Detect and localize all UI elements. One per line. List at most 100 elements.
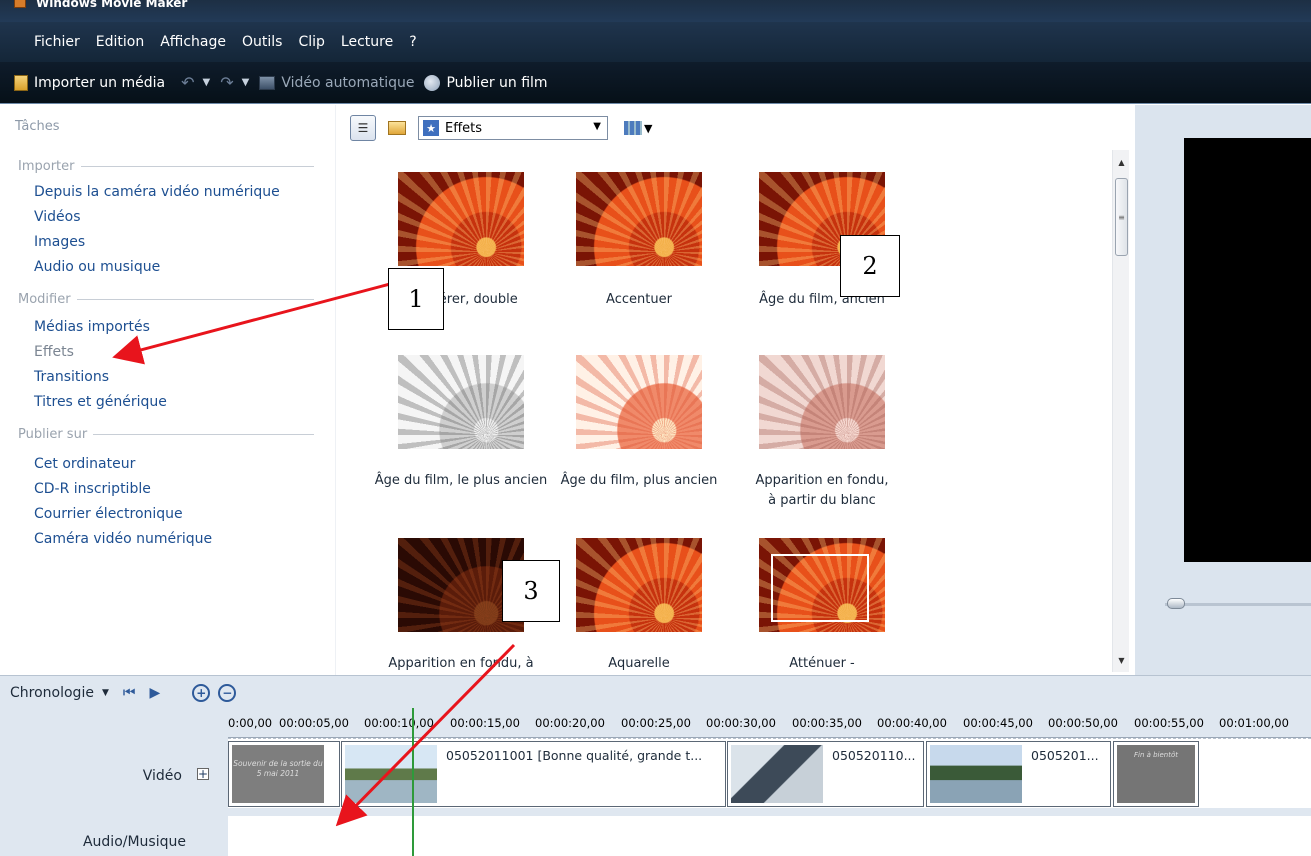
clip-caption: 050520110... [832, 748, 916, 763]
effect-thumbnail [759, 355, 885, 449]
effect-thumbnail [759, 538, 885, 632]
playhead[interactable] [412, 708, 414, 856]
task-link-imported-media[interactable]: Médias importés [34, 319, 150, 335]
clip-caption: 0505201... [1031, 748, 1099, 763]
publish-movie-button[interactable]: Publier un film [424, 74, 548, 91]
video-track[interactable]: Souvenir de la sortie du 5 mai 2011 0505… [228, 738, 1311, 808]
scroll-up-icon[interactable]: ▲ [1113, 158, 1130, 172]
divider [76, 299, 314, 300]
collection-select[interactable]: ★ Effets ▼ [418, 116, 608, 140]
timeline-clip[interactable]: 050520110... [727, 741, 924, 807]
task-link-effects[interactable]: Effets [34, 344, 74, 360]
content-scrollbar[interactable]: ▲ ≡ ▼ [1112, 150, 1129, 672]
menu-outils[interactable]: Outils [234, 34, 290, 50]
section-label: Modifier [18, 292, 71, 307]
undo-icon: ↶ [181, 73, 195, 92]
video-track-label: Vidéo [142, 768, 182, 784]
publish-label: Publier un film [446, 74, 548, 91]
time-tick: 00:00:55,00 [1134, 716, 1204, 730]
time-tick: 00:00:25,00 [621, 716, 691, 730]
star-icon: ★ [423, 120, 439, 136]
effect-thumbnail [576, 355, 702, 449]
task-link-audio[interactable]: Audio ou musique [34, 259, 160, 275]
effect-item[interactable]: Atténuer - [722, 538, 922, 674]
auto-video-label: Vidéo automatique [281, 74, 415, 91]
thumbnails-view-icon [624, 121, 642, 135]
import-media-button[interactable]: Importer un média [14, 74, 166, 91]
timeline-toolbar: Chronologie ▼ ⏮ ▶ + − [10, 684, 237, 702]
seek-slider-handle[interactable] [1167, 598, 1185, 609]
rewind-icon[interactable]: ⏮ [123, 685, 136, 701]
chevron-down-icon: ▼ [593, 121, 601, 132]
scrollbar-thumb[interactable]: ≡ [1115, 178, 1128, 256]
effect-item[interactable]: Âge du film, plus ancien [539, 355, 739, 491]
folder-icon[interactable] [388, 121, 406, 135]
time-tick: 00:00:15,00 [450, 716, 520, 730]
menu-affichage[interactable]: Affichage [152, 34, 234, 50]
callout-1: 1 [388, 268, 444, 330]
section-header-publier: Publier sur [18, 427, 314, 442]
toggle-tasks-button[interactable]: ☰ [350, 115, 376, 141]
auto-video-button[interactable]: Vidéo automatique [259, 75, 414, 91]
import-label: Importer un média [34, 74, 166, 91]
redo-dropdown-icon[interactable]: ▼ [242, 77, 250, 88]
timeline-clip[interactable]: 05052011001 [Bonne qualité, grande t... [341, 741, 726, 807]
task-link-titles[interactable]: Titres et générique [34, 394, 167, 410]
time-ruler[interactable]: 0:00,00 00:00:05,00 00:00:10,00 00:00:15… [228, 712, 1311, 738]
zoom-out-icon[interactable]: − [218, 684, 237, 702]
view-options-button[interactable]: ▼ [624, 121, 652, 135]
timeline-clip[interactable]: Fin à bientôt [1113, 741, 1199, 807]
task-link-dv-camera[interactable]: Caméra vidéo numérique [34, 531, 212, 547]
seek-bar[interactable] [1165, 603, 1311, 606]
auto-video-icon [259, 75, 276, 90]
chevron-down-icon[interactable]: ▼ [102, 688, 109, 698]
expand-icon[interactable]: + [197, 768, 209, 780]
task-link-camera[interactable]: Depuis la caméra vidéo numérique [34, 184, 280, 200]
effect-thumbnail [576, 538, 702, 632]
timeline-clip[interactable]: Souvenir de la sortie du 5 mai 2011 [228, 741, 340, 807]
clip-caption: 05052011001 [Bonne qualité, grande t... [446, 748, 703, 763]
callout-2: 2 [840, 235, 900, 297]
audio-track[interactable] [228, 816, 1311, 856]
task-link-email[interactable]: Courrier électronique [34, 506, 183, 522]
zoom-in-icon[interactable]: + [192, 684, 211, 702]
content-toolbar: ☰ ★ Effets ▼ ▼ [350, 115, 652, 141]
menu-edition[interactable]: Edition [88, 34, 152, 50]
effect-item[interactable]: Accentuer [539, 172, 739, 310]
import-icon [14, 74, 28, 91]
redo-button[interactable]: ↷ ▼ [220, 73, 249, 92]
menu-help[interactable]: ? [401, 34, 424, 50]
time-tick: 00:00:30,00 [706, 716, 776, 730]
menu-clip[interactable]: Clip [290, 34, 332, 50]
timeline-mode-label[interactable]: Chronologie [10, 685, 94, 701]
time-tick: 0:00,00 [228, 716, 273, 730]
task-link-computer[interactable]: Cet ordinateur [34, 456, 135, 472]
time-tick: 00:00:45,00 [963, 716, 1033, 730]
task-link-cdr[interactable]: CD-R inscriptible [34, 481, 151, 497]
undo-dropdown-icon[interactable]: ▼ [203, 77, 211, 88]
scroll-down-icon[interactable]: ▼ [1113, 656, 1130, 670]
section-label: Importer [18, 159, 75, 174]
play-icon[interactable]: ▶ [149, 685, 160, 701]
effect-item[interactable]: Aquarelle [539, 538, 739, 674]
menu-lecture[interactable]: Lecture [333, 34, 401, 50]
task-link-transitions[interactable]: Transitions [34, 369, 109, 385]
audio-track-label: Audio/Musique [82, 834, 186, 850]
undo-button[interactable]: ↶ ▼ [181, 73, 210, 92]
redo-icon: ↷ [220, 73, 234, 92]
task-link-images[interactable]: Images [34, 234, 85, 250]
title-bar: Windows Movie Maker [0, 0, 1311, 22]
effect-label: Atténuer - [789, 656, 855, 671]
tasks-title: Tâches [15, 119, 60, 134]
effect-thumbnail [576, 172, 702, 266]
timeline-clip[interactable]: 0505201... [926, 741, 1111, 807]
effect-label: Accentuer [606, 292, 672, 307]
effect-label: Apparition en fondu, à partir du blanc [755, 473, 889, 508]
effect-item[interactable]: Apparition en fondu, à partir du blanc [722, 355, 922, 511]
toolbar: Importer un média ↶ ▼ ↷ ▼ Vidéo automati… [0, 62, 1311, 104]
time-tick: 00:00:20,00 [535, 716, 605, 730]
menu-fichier[interactable]: Fichier [26, 34, 88, 50]
time-tick: 00:00:35,00 [792, 716, 862, 730]
effect-item[interactable]: Âge du film, le plus ancien [361, 355, 561, 491]
task-link-videos[interactable]: Vidéos [34, 209, 81, 225]
